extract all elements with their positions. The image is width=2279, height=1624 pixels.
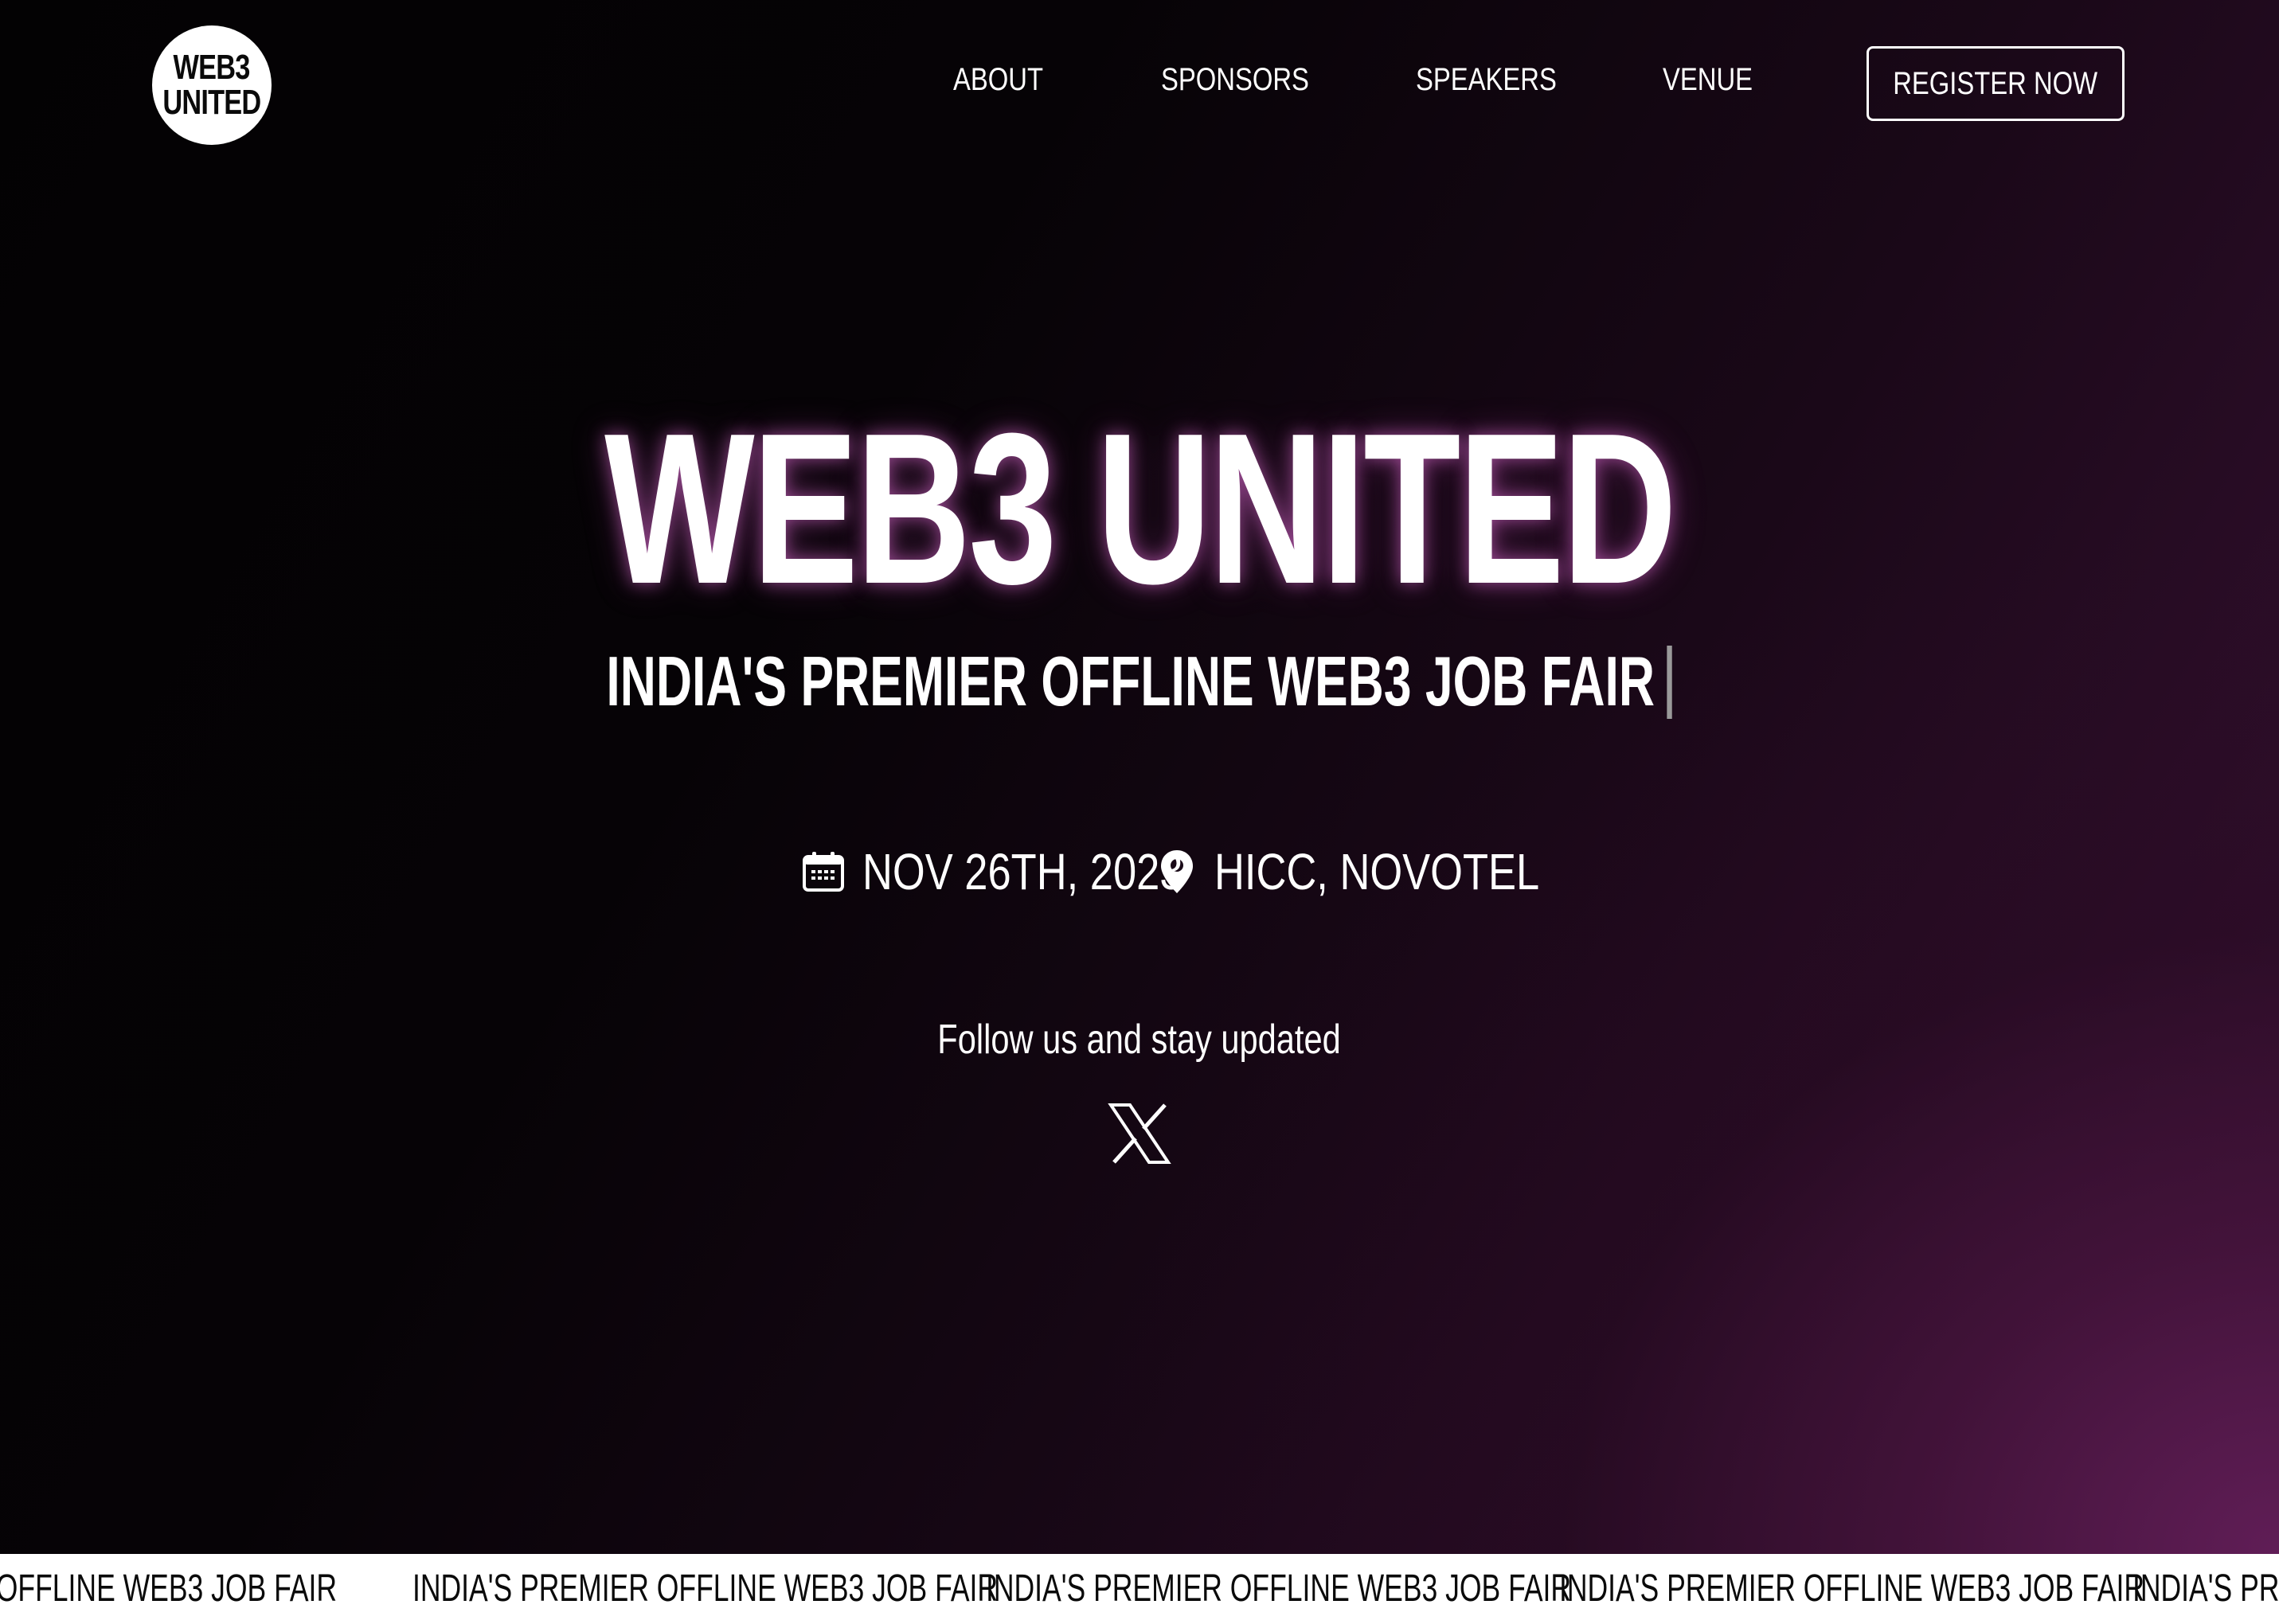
- event-details: NOV 26TH, 2023 HICC, NOVOTEL: [0, 842, 2279, 901]
- logo[interactable]: WEB3 UNITED: [152, 25, 272, 145]
- marquee-band: INDIA'S PREMIER OFFLINE WEB3 JOB FAIR IN…: [0, 1554, 2279, 1624]
- nav-speakers[interactable]: SPEAKERS: [1416, 62, 1557, 98]
- hero-title-text: WEB3 UNITED: [604, 389, 1677, 629]
- marquee-item: INDIA'S PREMIER OFFLINE WEB3 JOB FAIR: [2132, 1567, 2279, 1610]
- x-icon: [1108, 1103, 1171, 1164]
- event-venue: HICC, NOVOTEL: [1159, 842, 1540, 901]
- nav-sponsors[interactable]: SPONSORS: [1161, 62, 1309, 98]
- event-date: NOV 26TH, 2023: [802, 842, 1183, 901]
- typing-cursor: [1667, 645, 1673, 719]
- marquee-item: INDIA'S PREMIER OFFLINE WEB3 JOB FAIR: [0, 1567, 338, 1610]
- x-social-link[interactable]: [1108, 1102, 1171, 1165]
- marquee-item: INDIA'S PREMIER OFFLINE WEB3 JOB FAIR: [1559, 1567, 2145, 1610]
- hero-subtitle-text: INDIA'S PREMIER OFFLINE WEB3 JOB FAIR: [606, 642, 1656, 720]
- hero-section: WEB3 UNITED ABOUT SPONSORS SPEAKERS VENU…: [0, 0, 2279, 1554]
- register-now-label: REGISTER NOW: [1893, 65, 2098, 101]
- event-date-text: NOV 26TH, 2023: [862, 843, 1183, 900]
- marquee-item: INDIA'S PREMIER OFFLINE WEB3 JOB FAIR: [412, 1567, 999, 1610]
- nav-about[interactable]: ABOUT: [953, 62, 1043, 98]
- event-venue-text: HICC, NOVOTEL: [1214, 843, 1540, 900]
- marquee-item: INDIA'S PREMIER OFFLINE WEB3 JOB FAIR: [986, 1567, 1572, 1610]
- logo-line2: UNITED: [162, 83, 261, 122]
- register-now-button[interactable]: REGISTER NOW: [1867, 46, 2125, 121]
- follow-text: Follow us and stay updated: [0, 1016, 2279, 1064]
- calendar-icon: [802, 850, 845, 893]
- logo-line1: WEB3: [173, 48, 251, 87]
- hero-title: WEB3 UNITED: [0, 402, 2279, 617]
- follow-text-label: Follow us and stay updated: [937, 1017, 1342, 1063]
- nav-venue[interactable]: VENUE: [1663, 62, 1753, 98]
- hero-subtitle: INDIA'S PREMIER OFFLINE WEB3 JOB FAIR: [0, 645, 2279, 724]
